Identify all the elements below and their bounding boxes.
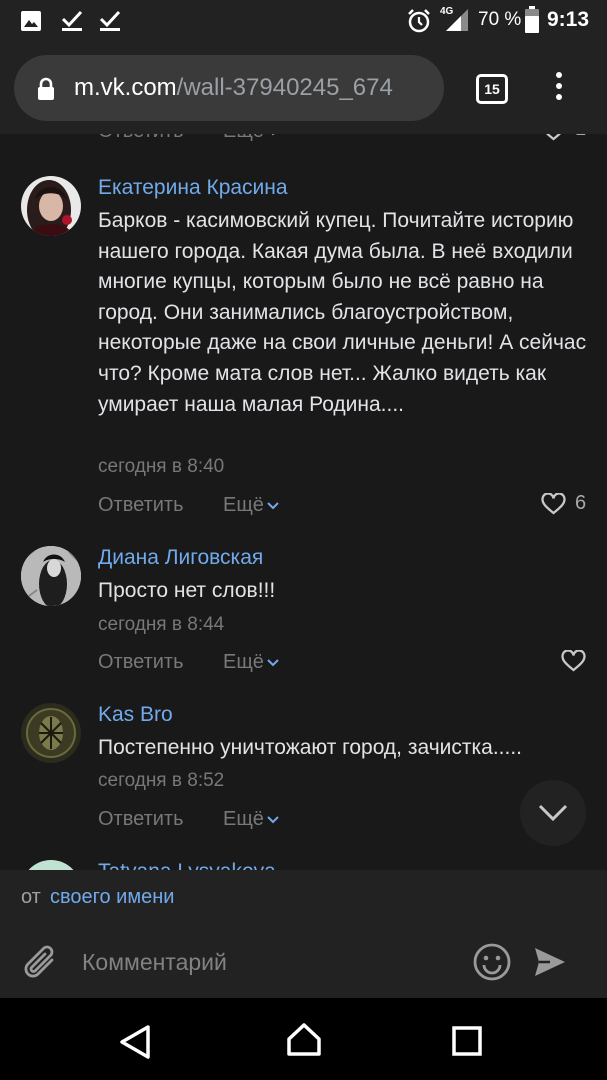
more-label: Ещё (223, 651, 264, 673)
tabs-icon[interactable]: 15 (476, 74, 508, 104)
comment-time: сегодня в 8:40 (98, 456, 225, 477)
clock: 9:13 (547, 8, 590, 31)
comment-item: Екатерина Красина Барков - касимовский к… (0, 172, 607, 524)
comment-input[interactable] (82, 938, 452, 986)
comment-author[interactable]: Tatyana Lysyakova (98, 860, 276, 870)
comment-time: сегодня в 8:44 (98, 614, 225, 635)
reply-as-link[interactable]: своего имени (50, 886, 174, 909)
more-label: Ещё (223, 494, 264, 516)
reply-as-prefix: от (21, 886, 41, 908)
reply-button[interactable]: Ответить (98, 494, 184, 517)
comment-author[interactable]: Диана Лиговская (98, 546, 263, 570)
browser-toolbar: m.vk.com/wall-37940245_674 15 (0, 42, 607, 134)
reply-as: от своего имени (0, 870, 607, 926)
menu-icon[interactable] (552, 72, 566, 106)
more-label: Ещё (223, 134, 264, 143)
like-count: 6 (575, 492, 587, 514)
comment-author[interactable]: Екатерина Красина (98, 176, 288, 200)
scroll-down-button[interactable] (520, 780, 586, 846)
chevron-down-icon (272, 134, 274, 135)
comment-text: Постепенно уничтожают город, зачистка...… (98, 736, 522, 759)
reply-button[interactable]: Ответить (98, 808, 184, 831)
status-bar: 4G 70 % 9:13 (0, 0, 607, 42)
address-bar[interactable]: m.vk.com/wall-37940245_674 (14, 55, 444, 121)
home-icon[interactable] (286, 1022, 322, 1058)
reply-button[interactable]: Ответить (98, 651, 184, 674)
chevron-down-icon (267, 658, 279, 666)
more-label: Ещё (223, 808, 264, 830)
comment-item: Tatyana Lysyakova (0, 856, 607, 870)
avatar[interactable] (21, 703, 81, 763)
url-path: /wall-37940245_674 (176, 74, 393, 101)
heart-icon (546, 134, 561, 140)
comment-time: сегодня в 8:52 (98, 770, 225, 791)
signal-icon (446, 9, 468, 31)
back-icon[interactable] (118, 1024, 152, 1060)
more-button[interactable]: Ещё (223, 808, 279, 831)
comment-item: Диана Лиговская Просто нет слов!!! сегод… (0, 542, 607, 682)
heart-icon (561, 650, 586, 672)
comment-item: Kas Bro Постепенно уничтожают город, зач… (0, 699, 607, 839)
avatar[interactable] (21, 176, 81, 236)
recents-icon[interactable] (452, 1026, 482, 1056)
lock-icon (38, 77, 54, 100)
more-button[interactable]: Ещё (223, 494, 279, 517)
avatar[interactable] (21, 860, 81, 870)
image-icon (21, 11, 41, 31)
battery-percent: 70 % (478, 9, 522, 30)
like-button[interactable]: 1 (541, 134, 586, 141)
emoji-icon[interactable] (472, 942, 512, 982)
comment-text: Просто нет слов!!! (98, 579, 276, 602)
reply-button[interactable]: Ответить (98, 134, 184, 143)
url-host: m.vk.com (74, 74, 177, 101)
check-icon (61, 10, 83, 31)
comments-feed[interactable]: Ответить Ещё 1 Екатерина Красина Барков … (0, 134, 607, 870)
alarm-icon (408, 9, 430, 33)
comment-author[interactable]: Kas Bro (98, 703, 173, 727)
like-count: 1 (575, 134, 586, 141)
like-button[interactable] (561, 650, 586, 672)
chevron-down-icon (267, 501, 279, 509)
avatar[interactable] (21, 546, 81, 606)
chevron-down-icon (538, 804, 568, 822)
more-button[interactable]: Ещё (223, 651, 279, 674)
more-button[interactable]: Ещё (223, 134, 279, 143)
like-button[interactable]: 6 (541, 492, 586, 515)
url-text: m.vk.com/wall-37940245_674 (74, 74, 393, 102)
paperclip-icon[interactable] (22, 942, 60, 982)
comment-composer (0, 926, 607, 998)
battery-icon (525, 6, 539, 33)
heart-icon (541, 492, 566, 514)
send-icon[interactable] (532, 944, 568, 980)
check-icon (99, 10, 121, 31)
comment-partial-top: Ответить Ещё 1 (0, 134, 607, 160)
comment-text: Барков - касимовский купец. Почитайте ис… (98, 209, 587, 416)
chevron-down-icon (267, 815, 279, 823)
system-nav-bar (0, 998, 607, 1080)
